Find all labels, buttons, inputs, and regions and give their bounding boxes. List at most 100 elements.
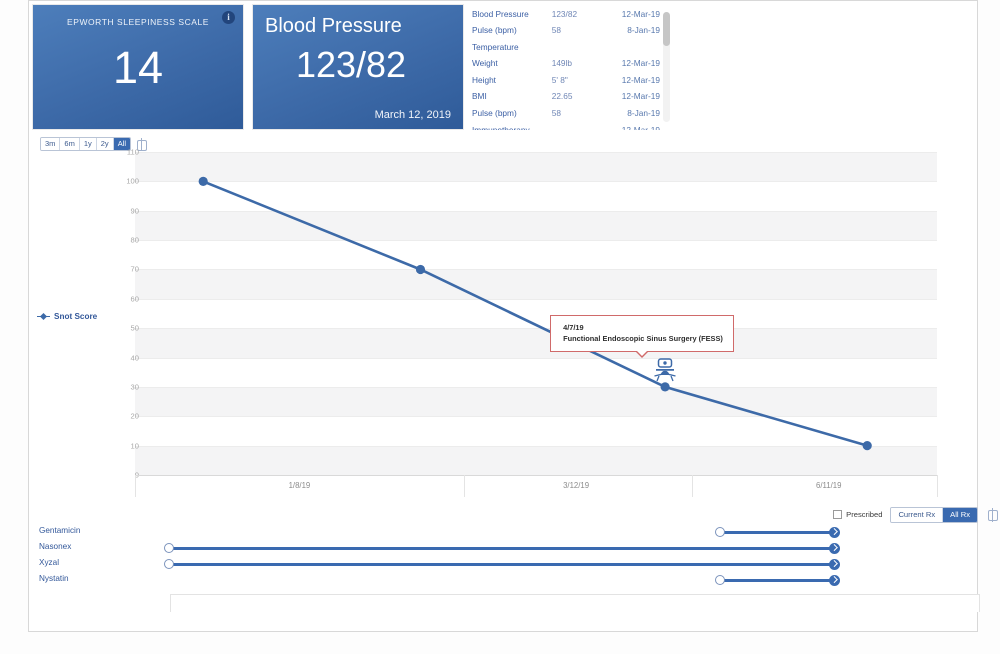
table-row[interactable]: Pulse (bpm) 58 8-Jan-19 — [468, 106, 664, 123]
vital-name: Temperature — [472, 41, 519, 52]
range-button-3m[interactable]: 3m — [41, 137, 61, 151]
callout-tail — [634, 350, 649, 358]
range-button-1y[interactable]: 1y — [79, 137, 97, 151]
epworth-card-title: EPWORTH SLEEPINESS SCALE — [67, 17, 209, 27]
blood-pressure-card[interactable]: Blood Pressure 123/82 March 12, 2019 — [252, 4, 464, 130]
y-axis-tick-label: 40 — [130, 353, 139, 363]
vital-name: Pulse (bpm) — [472, 108, 517, 119]
vital-name: Weight — [472, 58, 498, 69]
medication-start-handle[interactable] — [715, 527, 726, 537]
blood-pressure-card-date: March 12, 2019 — [374, 109, 451, 121]
event-annotation-callout[interactable]: 4/7/19 Functional Endoscopic Sinus Surge… — [550, 314, 734, 358]
medication-end-handle[interactable] — [829, 558, 841, 570]
epworth-sleepiness-card[interactable]: EPWORTH SLEEPINESS SCALE 14 i — [32, 4, 244, 130]
table-row[interactable]: Temperature — [468, 39, 664, 56]
medication-bottom-panel — [170, 594, 980, 612]
medication-end-handle[interactable] — [829, 542, 841, 554]
medication-timeline: Nystatin Xyzal Nasonex Gentamicin — [35, 524, 980, 612]
medication-start-handle[interactable] — [163, 543, 174, 553]
vitals-table: Blood Pressure 123/82 12-Mar-19 Pulse (bpm)… — [468, 6, 664, 131]
legend-marker-icon — [37, 313, 50, 320]
medication-row[interactable]: Nasonex — [35, 540, 945, 556]
prescribed-checkbox[interactable] — [833, 510, 843, 520]
vital-value: 22.65 — [551, 91, 573, 102]
medication-row[interactable]: Gentamicin — [35, 524, 945, 540]
y-axis-tick-label: 60 — [130, 294, 139, 304]
legend-label-snot-score: Snot Score — [54, 312, 98, 321]
medication-bar[interactable] — [719, 530, 834, 535]
vital-value: 5' 8" — [551, 74, 568, 85]
surgeon-icon[interactable] — [652, 357, 678, 383]
vitals-panel: Blood Pressure 123/82 12-Mar-19 Pulse (bpm)… — [468, 6, 672, 130]
medication-end-handle[interactable] — [829, 526, 841, 538]
rx-button-all-rx[interactable]: All Rx — [943, 508, 977, 522]
vital-date: 12-Mar-19 — [621, 58, 660, 69]
x-axis-separator — [463, 475, 465, 497]
data-point[interactable] — [415, 264, 426, 275]
chart-series-layer — [198, 176, 872, 451]
x-axis-tick-label: 6/11/19 — [816, 481, 842, 490]
table-row[interactable]: Weight 149lb 12-Mar-19 — [468, 56, 664, 73]
y-axis-tick-label: 110 — [126, 147, 139, 157]
vital-value: 123/82 — [551, 8, 578, 19]
x-axis-tick-label: 3/12/19 — [563, 481, 590, 490]
y-axis-tick-label: 10 — [130, 441, 139, 451]
vital-value — [552, 39, 601, 56]
y-axis-tick-label: 50 — [130, 323, 139, 333]
blood-pressure-card-value: 123/82 — [295, 44, 407, 85]
medication-bar[interactable] — [719, 578, 834, 583]
medication-row[interactable]: Xyzal — [35, 556, 945, 572]
x-axis-separator — [937, 475, 938, 497]
annotation-date: 4/7/19 — [563, 322, 584, 332]
y-axis-tick-label: 30 — [130, 382, 139, 392]
medication-label: Gentamicin — [39, 526, 81, 535]
chart-legend[interactable]: Snot Score — [37, 312, 97, 321]
vitals-scrollbar[interactable] — [663, 12, 670, 122]
table-row[interactable]: Height 5' 8" 12-Mar-19 — [468, 72, 664, 89]
table-row[interactable]: Pulse (bpm) 58 8-Jan-19 — [468, 23, 664, 40]
medication-row[interactable]: Nystatin — [35, 572, 945, 588]
annotation-text: Functional Endoscopic Sinus Surgery (FES… — [563, 333, 723, 343]
vital-date: 8-Jan-19 — [627, 108, 660, 119]
chart-x-axis-line — [135, 475, 937, 476]
rx-button-current-rx[interactable]: Current Rx — [891, 508, 944, 522]
x-axis-separator — [135, 475, 136, 497]
y-axis-tick-label: 70 — [130, 264, 139, 274]
rx-settings-icon[interactable] — [987, 508, 998, 522]
y-axis-tick-label: 80 — [130, 235, 139, 245]
vital-name: BMI — [472, 91, 487, 102]
y-axis-tick-label: 90 — [130, 206, 139, 216]
vital-name: Height — [472, 74, 496, 85]
blood-pressure-card-title: Blood Pressure — [265, 15, 402, 37]
range-button-6m[interactable]: 6m — [60, 137, 80, 151]
series-line — [202, 180, 868, 447]
prescribed-checkbox-wrapper[interactable]: Prescribed — [833, 510, 883, 520]
medication-end-handle[interactable] — [829, 574, 841, 586]
data-point[interactable] — [198, 176, 208, 186]
table-row[interactable]: Immunotherapy 12-Mar-19 — [468, 122, 664, 130]
info-icon[interactable]: i — [222, 11, 235, 24]
medication-start-handle[interactable] — [715, 575, 726, 585]
vital-name: Blood Pressure — [472, 8, 529, 19]
medication-bar[interactable] — [167, 562, 834, 567]
medication-start-handle[interactable] — [163, 559, 174, 569]
data-point[interactable] — [660, 382, 670, 392]
y-axis-tick-label: 0 — [99, 471, 139, 480]
table-row[interactable]: BMI 22.65 12-Mar-19 — [468, 89, 664, 106]
vital-name: Pulse (bpm) — [472, 25, 517, 36]
rx-scope-button-group: Current Rx All Rx — [890, 507, 978, 523]
vitals-scrollbar-thumb[interactable] — [663, 12, 670, 46]
vital-value — [552, 122, 601, 130]
x-axis-tick-label: 1/8/19 — [288, 481, 311, 490]
data-point[interactable] — [862, 441, 872, 451]
medication-bar[interactable] — [167, 546, 834, 551]
epworth-card-value: 14 — [112, 42, 164, 93]
medication-label: Xyzal — [39, 558, 60, 567]
vital-date — [601, 39, 664, 56]
prescribed-label: Prescribed — [846, 510, 883, 520]
y-axis-tick-label: 20 — [130, 411, 139, 421]
vital-date: 12-Mar-19 — [621, 91, 660, 102]
vital-name: Immunotherapy — [472, 124, 530, 130]
vital-value: 58 — [551, 108, 561, 119]
table-row[interactable]: Blood Pressure 123/82 12-Mar-19 — [468, 6, 664, 23]
